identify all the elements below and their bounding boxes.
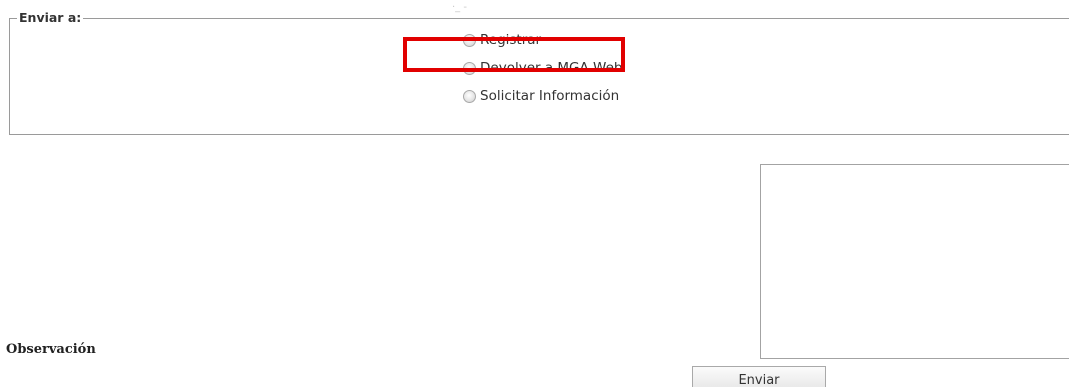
radio-option-solicitar-informacion[interactable]: Solicitar Información (463, 82, 622, 110)
send-button[interactable]: Enviar (692, 366, 826, 387)
observation-textarea[interactable] (760, 164, 1069, 359)
radio-button-solicitar-informacion[interactable] (463, 89, 476, 103)
radio-label-solicitar-informacion: Solicitar Información (480, 88, 620, 104)
observation-label: Observación (6, 342, 96, 357)
registrar-highlight-box (403, 37, 625, 72)
send-to-legend: Enviar a: (17, 10, 84, 26)
top-artifact-text: ·_ - (452, 2, 467, 13)
send-form-page: ·_ - Enviar a: Registrar Devolver a MGA … (0, 0, 1069, 387)
